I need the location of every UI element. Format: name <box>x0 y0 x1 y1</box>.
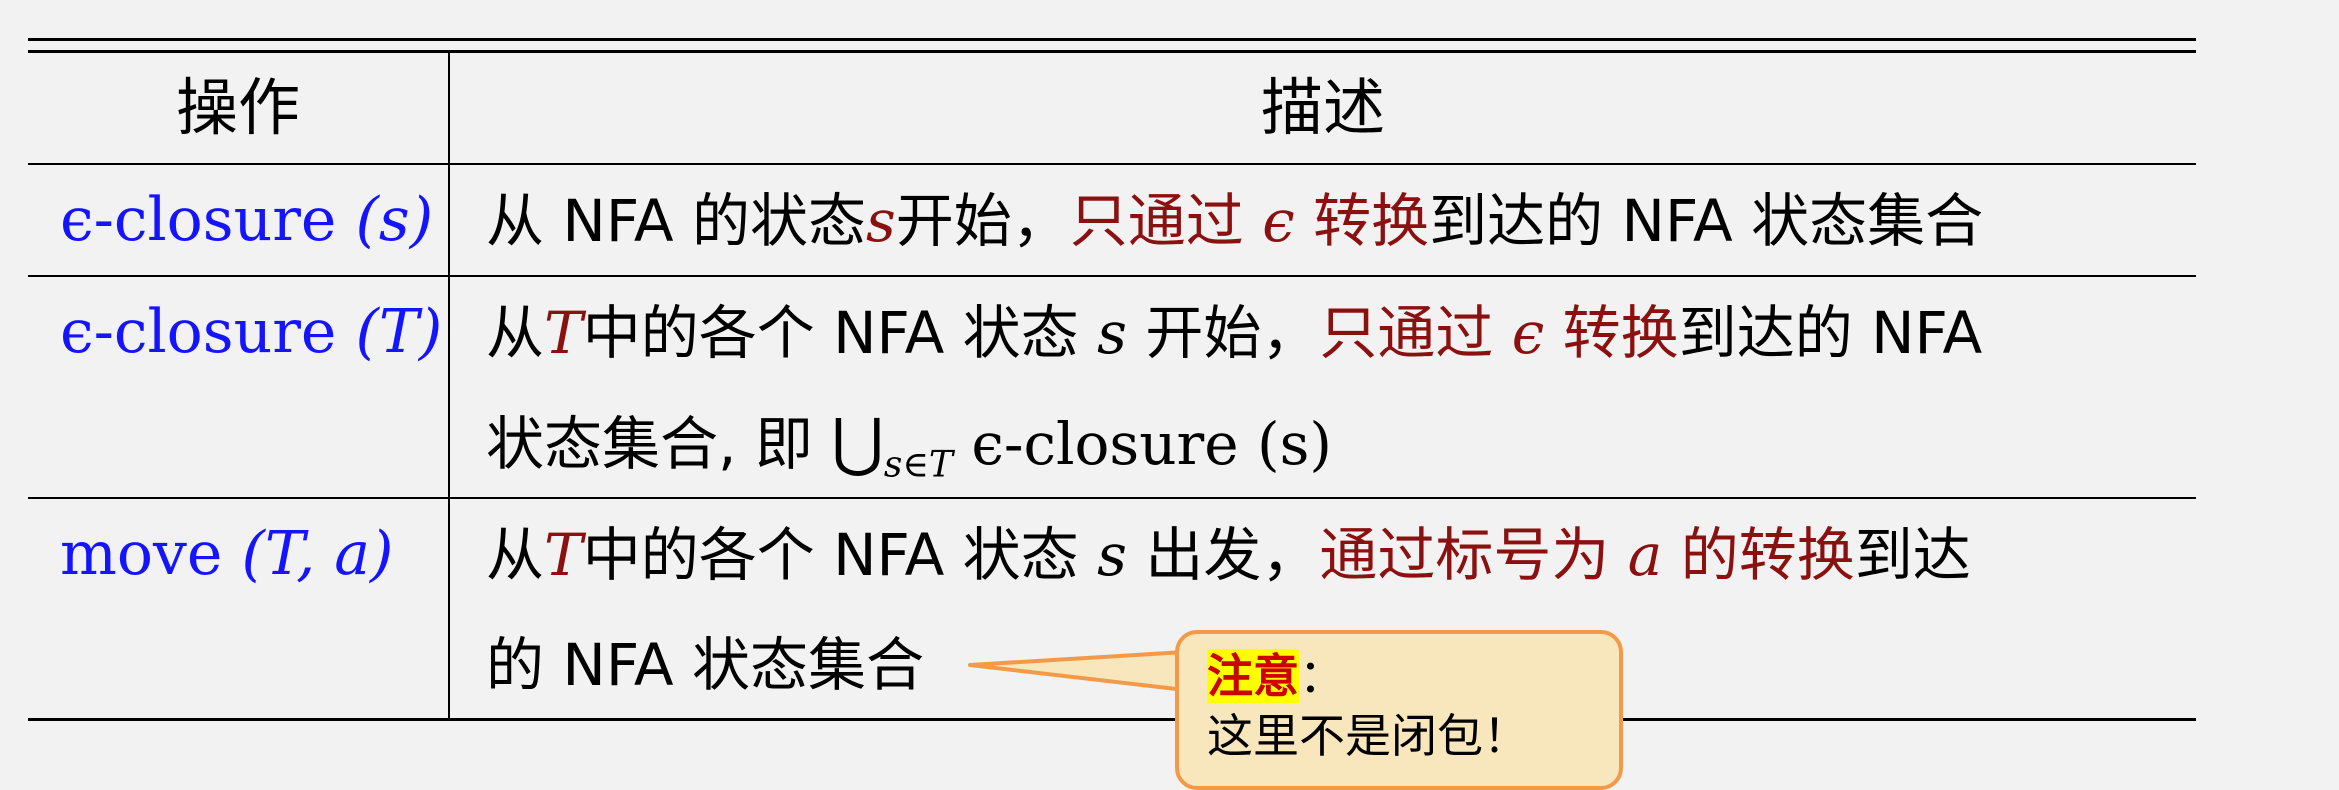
callout-label: 注意 <box>1207 649 1299 703</box>
callout-pointer <box>968 650 1187 692</box>
callout-text: 这里不是闭包！ <box>1207 709 1529 763</box>
callout-heading: 注意： <box>1207 646 1591 706</box>
callout-colon: ： <box>1299 649 1345 703</box>
note-callout: 注意： 这里不是闭包！ <box>1175 630 1623 790</box>
